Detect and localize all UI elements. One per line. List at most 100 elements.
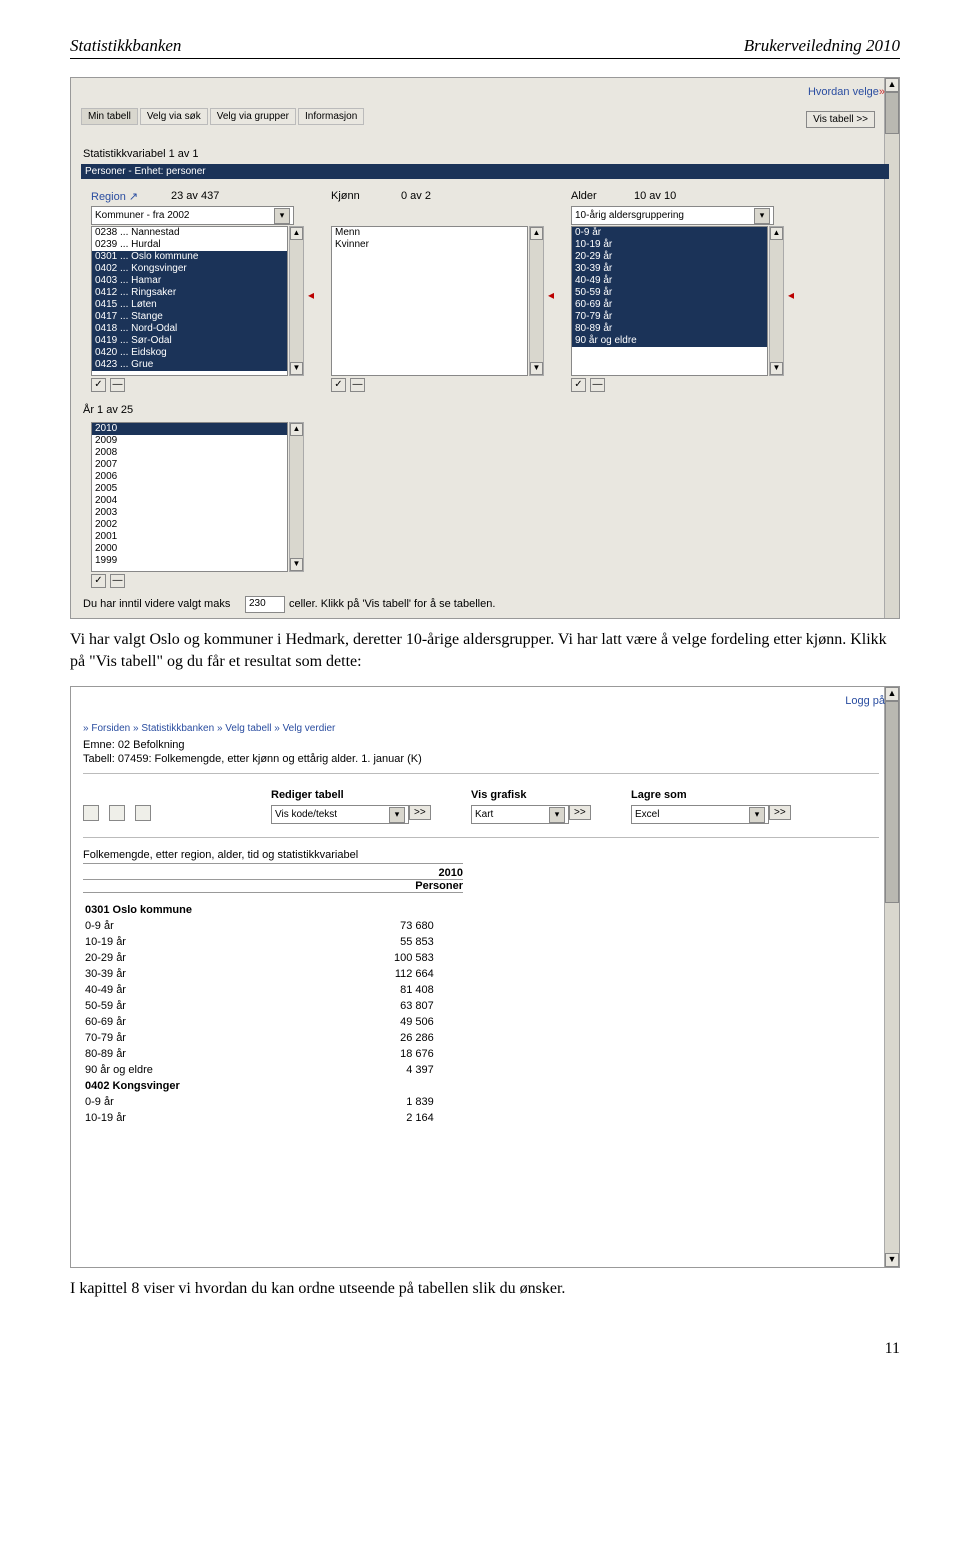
scrollbar-vertical[interactable]: ▲ [884, 78, 899, 618]
select-all-button[interactable]: ✓ [571, 378, 586, 392]
rotate-icon[interactable] [109, 805, 125, 821]
alder-label: Alder [571, 190, 597, 202]
alder-dropdown[interactable]: 10-årig aldersgruppering▾ [571, 206, 774, 225]
list-item[interactable]: 2000 [92, 543, 287, 555]
vis-grafisk-go-button[interactable]: >> [569, 805, 591, 820]
list-item[interactable]: 10-19 år [572, 239, 767, 251]
list-item[interactable]: 0301 ... Oslo kommune [92, 251, 287, 263]
scroll-up-icon[interactable]: ▲ [885, 78, 899, 92]
kjonn-scrollbar[interactable]: ▲▼ [529, 226, 544, 376]
divider [83, 773, 879, 774]
vis-grafisk-dropdown[interactable]: Kart▾ [471, 805, 569, 824]
deselect-all-button[interactable]: — [350, 378, 365, 392]
list-item[interactable]: 90 år og eldre [572, 335, 767, 347]
alder-list[interactable]: 0-9 år10-19 år20-29 år30-39 år40-49 år50… [571, 226, 768, 376]
list-item[interactable]: 2005 [92, 483, 287, 495]
list-item[interactable]: 2007 [92, 459, 287, 471]
paragraph-1: Vi har valgt Oslo og kommuner i Hedmark,… [70, 629, 900, 672]
list-item[interactable]: 0238 ... Nannestad [92, 227, 287, 239]
ar-scrollbar[interactable]: ▲▼ [289, 422, 304, 572]
list-item[interactable]: 80-89 år [572, 323, 767, 335]
list-item[interactable]: 0402 ... Kongsvinger [92, 263, 287, 275]
list-item[interactable]: Menn [332, 227, 527, 239]
list-item[interactable]: 0417 ... Stange [92, 311, 287, 323]
login-link[interactable]: Logg på [845, 695, 885, 707]
rediger-label: Rediger tabell [271, 789, 344, 801]
deselect-all-button[interactable]: — [110, 574, 125, 588]
list-item[interactable]: 2010 [92, 423, 287, 435]
header-rule [70, 58, 900, 59]
list-item[interactable]: 2006 [92, 471, 287, 483]
region-list[interactable]: 0238 ... Nannestad0239 ... Hurdal0301 ..… [91, 226, 288, 376]
tab-velg-via-grupper[interactable]: Velg via grupper [210, 108, 296, 125]
deselect-all-button[interactable]: — [590, 378, 605, 392]
list-item[interactable]: 30-39 år [572, 263, 767, 275]
select-all-button[interactable]: ✓ [91, 574, 106, 588]
cell-count-text-a: Du har inntil videre valgt maks [83, 598, 230, 610]
paragraph-2: I kapittel 8 viser vi hvordan du kan ord… [70, 1278, 900, 1300]
region-dropdown[interactable]: Kommuner - fra 2002▾ [91, 206, 294, 225]
rediger-go-button[interactable]: >> [409, 805, 431, 820]
list-item[interactable]: 40-49 år [572, 275, 767, 287]
collapse-icon[interactable]: ◂ [308, 288, 314, 302]
scrollbar-vertical[interactable]: ▲ ▼ [884, 687, 899, 1267]
table-row: 80-89 år18 676 [85, 1047, 434, 1061]
lagre-go-button[interactable]: >> [769, 805, 791, 820]
kjonn-count: 0 av 2 [401, 190, 431, 202]
cell-count-text-b: celler. Klikk på 'Vis tabell' for å se t… [289, 598, 495, 610]
ar-label: År 1 av 25 [83, 404, 133, 416]
list-item[interactable]: 2001 [92, 531, 287, 543]
table-row: 20-29 år100 583 [85, 951, 434, 965]
list-item[interactable]: 2003 [92, 507, 287, 519]
list-item[interactable]: 0403 ... Hamar [92, 275, 287, 287]
collapse-icon[interactable]: ◂ [788, 288, 794, 302]
tool-icon[interactable] [135, 805, 151, 821]
list-item[interactable]: 0-9 år [572, 227, 767, 239]
deselect-all-button[interactable]: — [110, 378, 125, 392]
breadcrumb[interactable]: » Forsiden » Statistikkbanken » Velg tab… [83, 723, 335, 734]
list-item[interactable]: 50-59 år [572, 287, 767, 299]
list-item[interactable]: 0415 ... Løten [92, 299, 287, 311]
collapse-icon[interactable]: ◂ [548, 288, 554, 302]
list-item[interactable]: 0418 ... Nord-Odal [92, 323, 287, 335]
list-item[interactable]: 0419 ... Sør-Odal [92, 335, 287, 347]
list-item[interactable]: 0412 ... Ringsaker [92, 287, 287, 299]
list-item[interactable]: 20-29 år [572, 251, 767, 263]
kjonn-list[interactable]: MennKvinner [331, 226, 528, 376]
table-row: 0-9 år1 839 [85, 1095, 434, 1109]
cell-count-field[interactable]: 230 [245, 596, 285, 613]
region-label[interactable]: Region ↗ [91, 190, 138, 203]
list-item[interactable]: 60-69 år [572, 299, 767, 311]
list-item[interactable]: 2004 [92, 495, 287, 507]
table-row: 90 år og eldre4 397 [85, 1063, 434, 1077]
table-row: 70-79 år26 286 [85, 1031, 434, 1045]
lagre-dropdown[interactable]: Excel▾ [631, 805, 769, 824]
table-row: 40-49 år81 408 [85, 983, 434, 997]
region-count: 23 av 437 [171, 190, 219, 202]
list-item[interactable]: 2002 [92, 519, 287, 531]
pivot-icon[interactable] [83, 805, 99, 821]
toolbar-icons [83, 805, 155, 821]
tab-velg-via-sok[interactable]: Velg via søk [140, 108, 208, 125]
tab-min-tabell[interactable]: Min tabell [81, 108, 138, 125]
table-row: 60-69 år49 506 [85, 1015, 434, 1029]
select-all-button[interactable]: ✓ [91, 378, 106, 392]
vis-tabell-button[interactable]: Vis tabell >> [806, 111, 875, 128]
list-item[interactable]: 0420 ... Eidskog [92, 347, 287, 359]
list-item[interactable]: 0239 ... Hurdal [92, 239, 287, 251]
region-scrollbar[interactable]: ▲▼ [289, 226, 304, 376]
select-all-button[interactable]: ✓ [331, 378, 346, 392]
list-item[interactable]: 70-79 år [572, 311, 767, 323]
tab-informasjon[interactable]: Informasjon [298, 108, 364, 125]
list-item[interactable]: 1999 [92, 555, 287, 567]
rediger-dropdown[interactable]: Vis kode/tekst▾ [271, 805, 409, 824]
table-row: 30-39 år112 664 [85, 967, 434, 981]
help-link[interactable]: Hvordan velge» [808, 86, 885, 98]
table-row: 50-59 år63 807 [85, 999, 434, 1013]
list-item[interactable]: 2008 [92, 447, 287, 459]
list-item[interactable]: 0423 ... Grue [92, 359, 287, 371]
alder-scrollbar[interactable]: ▲▼ [769, 226, 784, 376]
list-item[interactable]: Kvinner [332, 239, 527, 251]
ar-list[interactable]: 2010200920082007200620052004200320022001… [91, 422, 288, 572]
list-item[interactable]: 2009 [92, 435, 287, 447]
